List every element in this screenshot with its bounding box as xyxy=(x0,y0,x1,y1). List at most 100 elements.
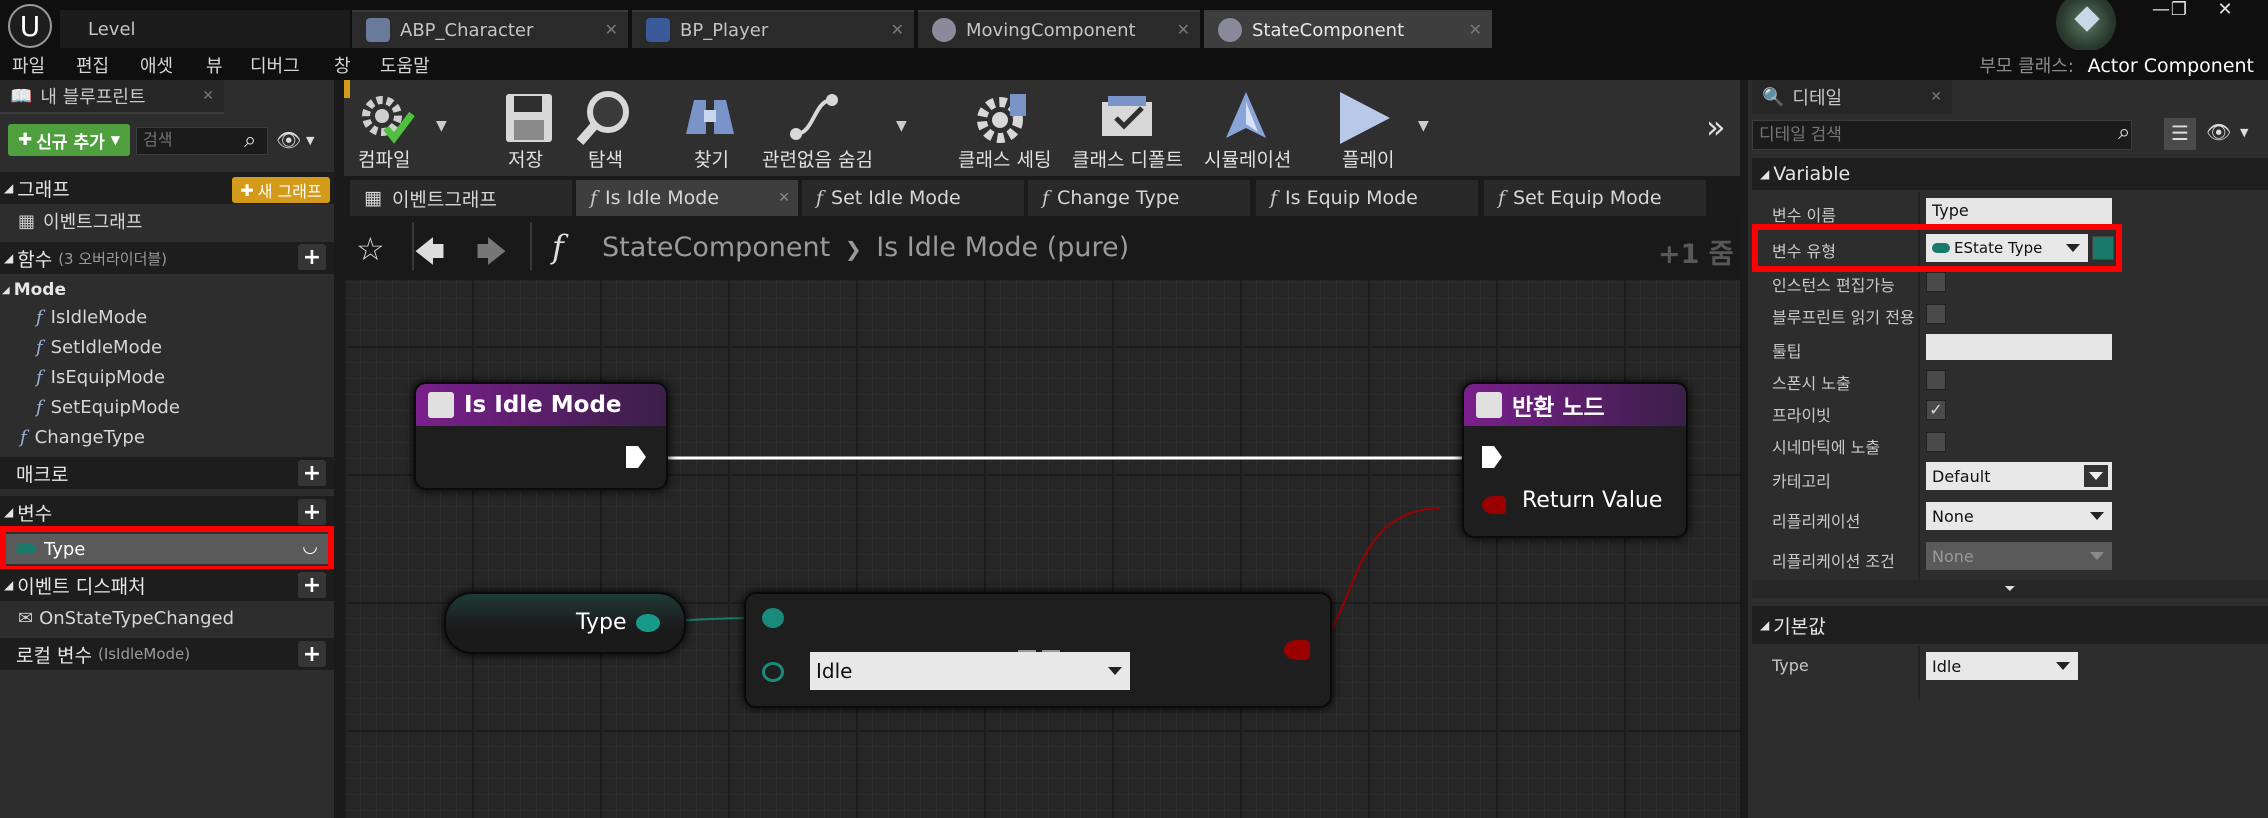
tab-change-type[interactable]: f Change Type xyxy=(1028,180,1250,216)
menu-view[interactable]: 뷰 xyxy=(206,52,223,78)
add-new-button[interactable]: ✚ 신규 추가 ▼ xyxy=(8,124,130,156)
macros-section[interactable]: 매크로 xyxy=(0,457,334,489)
class-settings-gear-icon[interactable] xyxy=(972,88,1032,148)
class-defaults-icon[interactable] xyxy=(1098,88,1158,148)
close-icon[interactable]: ✕ xyxy=(605,20,618,39)
enum-value-dropdown[interactable]: Idle xyxy=(810,652,1130,690)
functions-section[interactable]: ◢ 함수 (3 오버라이더블) xyxy=(0,242,334,274)
details-search-input[interactable] xyxy=(1752,120,2132,150)
tab-event-graph[interactable]: ▦ 이벤트그래프 xyxy=(350,180,572,216)
search-icon[interactable]: ⌕ xyxy=(2118,120,2130,145)
find-binoculars-icon[interactable] xyxy=(680,88,740,148)
add-function-button[interactable]: + xyxy=(298,244,326,270)
maximize-button[interactable]: ❐ xyxy=(2162,0,2196,22)
exec-in-pin[interactable] xyxy=(1482,446,1502,468)
new-graph-button[interactable]: ✚ 새 그래프 xyxy=(232,177,330,203)
bool-out-pin[interactable] xyxy=(1284,640,1310,660)
dropdown-toggle[interactable] xyxy=(2084,465,2108,487)
close-icon[interactable]: ✕ xyxy=(891,20,904,39)
add-macro-button[interactable]: + xyxy=(298,460,326,486)
enum-in-pin-b[interactable] xyxy=(762,662,784,682)
enum-out-pin[interactable] xyxy=(636,614,660,632)
close-icon[interactable]: ✕ xyxy=(202,88,214,104)
menu-help[interactable]: 도움말 xyxy=(380,52,430,78)
blueprint-readonly-checkbox[interactable] xyxy=(1926,304,1946,324)
compile-icon[interactable] xyxy=(356,88,416,148)
list-item-function[interactable]: f SetEquipMode xyxy=(36,392,180,422)
chevron-down-icon[interactable]: ▼ xyxy=(2240,126,2248,139)
list-item-function[interactable]: f IsEquipMode xyxy=(36,362,165,392)
close-icon[interactable]: ✕ xyxy=(1930,89,1942,105)
chevron-down-icon[interactable]: ▼ xyxy=(306,134,314,147)
category-dropdown[interactable]: Default xyxy=(1926,462,2112,490)
eye-icon[interactable]: 👁 xyxy=(2206,120,2231,144)
close-icon[interactable]: ✕ xyxy=(1177,20,1190,39)
list-item-event-graph[interactable]: ▦ 이벤트그래프 xyxy=(18,206,142,236)
tab-set-idle-mode[interactable]: f Set Idle Mode xyxy=(802,180,1024,216)
default-type-dropdown[interactable]: Idle xyxy=(1926,652,2078,680)
entry-node[interactable]: Is Idle Mode xyxy=(414,382,668,490)
list-item-function[interactable]: f SetIdleMode xyxy=(36,332,162,362)
list-item-function[interactable]: f IsIdleMode xyxy=(36,302,147,332)
variable-name-field[interactable]: Type xyxy=(1926,198,2112,224)
menu-debug[interactable]: 디버그 xyxy=(250,52,300,78)
hide-unrelated-icon[interactable] xyxy=(784,88,844,148)
simulation-icon[interactable] xyxy=(1216,88,1276,148)
close-window-button[interactable]: ✕ xyxy=(2208,0,2242,22)
default-value-section[interactable]: ◢ 기본값 xyxy=(1752,606,2268,644)
menu-asset[interactable]: 애셋 xyxy=(140,52,173,78)
category-mode[interactable]: ◢ Mode xyxy=(2,275,66,305)
list-item-function[interactable]: f ChangeType xyxy=(20,422,145,452)
tab-is-equip-mode[interactable]: f Is Equip Mode xyxy=(1256,180,1478,216)
tab-bp-player[interactable]: BP_Player ✕ xyxy=(632,10,914,48)
tab-state-component[interactable]: StateComponent ✕ xyxy=(1204,10,1492,48)
instance-editable-checkbox[interactable] xyxy=(1926,272,1946,292)
tab-moving-component[interactable]: MovingComponent ✕ xyxy=(918,10,1200,48)
add-local-variable-button[interactable]: + xyxy=(298,641,326,667)
equal-enum-node[interactable]: Idle xyxy=(744,592,1332,708)
expose-on-spawn-checkbox[interactable] xyxy=(1926,370,1946,390)
add-variable-button[interactable]: + xyxy=(298,499,326,525)
expose-cinematics-checkbox[interactable] xyxy=(1926,432,1946,452)
variables-section[interactable]: ◢ 변수 xyxy=(0,496,334,528)
close-icon[interactable]: ✕ xyxy=(778,190,790,206)
chevron-down-icon[interactable]: ▼ xyxy=(436,118,447,134)
chevron-down-icon[interactable]: ▼ xyxy=(896,118,907,134)
replication-condition-dropdown[interactable]: None xyxy=(1926,542,2112,570)
tooltip-field[interactable] xyxy=(1926,334,2112,360)
details-tab[interactable]: 🔍 디테일 ✕ xyxy=(1752,80,1952,114)
browse-magnifier-icon[interactable] xyxy=(576,88,636,148)
tab-abp-character[interactable]: ABP_Character ✕ xyxy=(352,10,628,48)
search-icon[interactable]: ⌕ xyxy=(244,128,256,153)
add-dispatcher-button[interactable]: + xyxy=(298,572,326,598)
bool-in-pin[interactable] xyxy=(1482,496,1506,514)
get-type-node[interactable]: Type xyxy=(444,592,686,654)
return-node[interactable]: 반환 노드 Return Value xyxy=(1462,382,1688,538)
private-checkbox[interactable]: ✓ xyxy=(1926,400,1946,420)
tab-level[interactable]: Level xyxy=(60,10,350,48)
tab-is-idle-mode[interactable]: f Is Idle Mode ✕ xyxy=(576,180,798,216)
exec-out-pin[interactable] xyxy=(626,446,646,468)
list-item-dispatcher[interactable]: ✉ OnStateTypeChanged xyxy=(18,603,234,633)
overflow-chevron-icon[interactable]: » xyxy=(1706,108,1726,146)
advanced-expand-icon[interactable]: ⏷ xyxy=(1752,580,2268,598)
chevron-down-icon[interactable]: ▼ xyxy=(1418,118,1429,134)
parent-class-value[interactable]: Actor Component xyxy=(2088,55,2254,77)
menu-file[interactable]: 파일 xyxy=(12,52,45,78)
save-icon[interactable] xyxy=(500,88,560,148)
eye-icon[interactable]: 👁 xyxy=(276,128,301,152)
play-icon[interactable] xyxy=(1334,88,1394,148)
close-icon[interactable]: ✕ xyxy=(1469,20,1482,39)
splitter[interactable] xyxy=(1740,80,1748,818)
variable-section[interactable]: ◢ Variable xyxy=(1752,158,2268,190)
tab-set-equip-mode[interactable]: f Set Equip Mode xyxy=(1484,180,1706,216)
list-view-icon[interactable]: ☰ xyxy=(2164,118,2196,150)
menu-window[interactable]: 창 xyxy=(334,52,351,78)
local-variables-section[interactable]: 로컬 변수 (IsIdleMode) xyxy=(0,638,334,670)
menu-edit[interactable]: 편집 xyxy=(76,52,109,78)
replication-dropdown[interactable]: None xyxy=(1926,502,2112,530)
unreal-logo-icon[interactable]: U xyxy=(8,4,52,48)
my-blueprint-tab[interactable]: 📖 내 블루프린트 ✕ xyxy=(0,80,224,114)
enum-in-pin-a[interactable] xyxy=(762,608,784,628)
event-dispatchers-section[interactable]: ◢ 이벤트 디스패처 xyxy=(0,569,334,601)
